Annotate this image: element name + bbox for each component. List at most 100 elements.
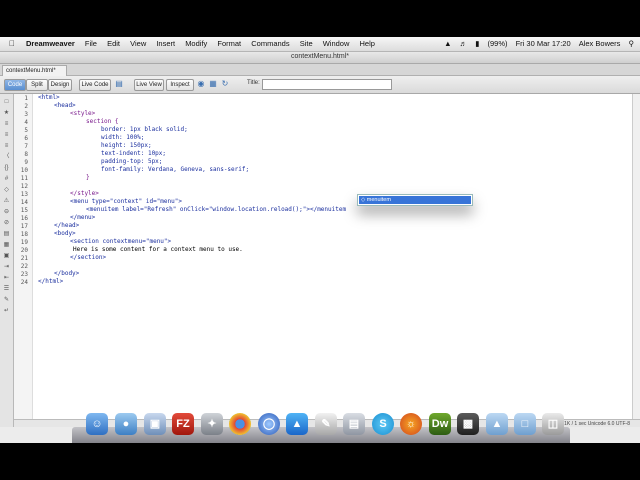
code-line: <html>	[38, 94, 60, 101]
code-line: height: 150px;	[101, 142, 152, 149]
hint-icon[interactable]: ✎	[2, 296, 11, 304]
remove-comment-icon[interactable]: ⊘	[2, 219, 11, 227]
wifi-icon[interactable]: ▲	[444, 39, 451, 48]
show-code-navigator-icon[interactable]: ★	[2, 109, 11, 117]
menu-modify[interactable]: Modify	[185, 39, 207, 48]
window-title: contextMenu.html*	[291, 53, 349, 60]
code-line: <style>	[70, 110, 96, 117]
visual-aids-icon[interactable]: ▦	[208, 79, 218, 89]
dreamweaver-icon[interactable]: Dw	[429, 413, 451, 435]
indent-code-icon[interactable]: ⇥	[2, 263, 11, 271]
collapse-selection-icon[interactable]: ≡	[2, 131, 11, 139]
title-input[interactable]	[262, 79, 392, 90]
line-numbers-icon[interactable]: #	[2, 175, 11, 183]
line-number: 4	[24, 119, 28, 126]
launchpad-icon[interactable]: ✦	[201, 413, 223, 435]
recent-snippets-icon[interactable]: ▦	[2, 241, 11, 249]
menu-app-name[interactable]: Dreamweaver	[26, 39, 75, 48]
menu-site[interactable]: Site	[300, 39, 313, 48]
apply-comment-icon[interactable]: ⊖	[2, 208, 11, 216]
live-code-button[interactable]: Live Code	[79, 79, 111, 91]
wrap-icon[interactable]: ↵	[2, 307, 11, 315]
design-view-button[interactable]: Design	[48, 79, 72, 91]
highlight-invalid-code-icon[interactable]: ◇	[2, 186, 11, 194]
coding-toolbar: □ ★ ≡ ≡ ≡ 〈 {} # ◇ ⚠ ⊖ ⊘ ▤ ▦ ▣ ⇥ ⇤ ☰ ✎ ↵	[0, 94, 14, 432]
expand-all-icon[interactable]: ≡	[2, 142, 11, 150]
chrome-icon[interactable]	[229, 413, 251, 435]
menu-file[interactable]: File	[85, 39, 97, 48]
line-number-gutter: 1 2 3 4 5 6 7 8 9 10 11 12 13 14 15 16 1…	[14, 94, 33, 419]
title-label: Title:	[247, 80, 260, 86]
trash-icon[interactable]: ◫	[542, 413, 564, 435]
line-number: 24	[20, 279, 28, 286]
menu-window[interactable]: Window	[323, 39, 350, 48]
balance-braces-icon[interactable]: {}	[2, 164, 11, 172]
code-line: <head>	[54, 102, 76, 109]
file-compare-icon[interactable]: ▤	[114, 79, 124, 89]
line-number: 3	[24, 111, 28, 118]
format-source-icon[interactable]: ☰	[2, 285, 11, 293]
dock: ☺ ● ▣ FZ ✦ ◯ ▲ ✎ ▤ S ☼ Dw ▩ ▲ □ ◫	[72, 413, 570, 443]
line-number: 1	[24, 95, 28, 102]
filezilla-icon[interactable]: FZ	[172, 413, 194, 435]
network-icon[interactable]: ◯	[258, 413, 280, 435]
menu-edit[interactable]: Edit	[107, 39, 120, 48]
code-line: </menu>	[70, 214, 96, 221]
menu-commands[interactable]: Commands	[251, 39, 289, 48]
user-name[interactable]: Alex Bowers	[579, 39, 621, 48]
syntax-error-icon[interactable]: ⚠	[2, 197, 11, 205]
wrap-tag-icon[interactable]: ▤	[2, 230, 11, 238]
menu-format[interactable]: Format	[217, 39, 241, 48]
code-editor[interactable]: 1 2 3 4 5 6 7 8 9 10 11 12 13 14 15 16 1…	[14, 94, 632, 419]
dreamweaver-label: Dw	[431, 418, 449, 430]
refresh-icon[interactable]: ↻	[220, 79, 230, 89]
code-hint-item-menuitem[interactable]: ◇ menuitem	[359, 196, 471, 204]
code-line: <menuitem label="Refresh" onClick="windo…	[86, 206, 347, 213]
code-line: <section contextmenu="menu">	[70, 238, 172, 245]
volume-icon[interactable]: ♬	[460, 39, 468, 48]
vertical-scrollbar[interactable]	[632, 94, 640, 419]
code-line: padding-top: 5px;	[101, 158, 163, 165]
live-view-button[interactable]: Live View	[134, 79, 164, 91]
outdent-code-icon[interactable]: ⇤	[2, 274, 11, 282]
document-tab-bar: contextMenu.html*	[0, 64, 640, 76]
inspect-button[interactable]: Inspect	[166, 79, 194, 91]
documents-folder-icon[interactable]: □	[514, 413, 536, 435]
spotlight-icon[interactable]: ⚲	[629, 39, 635, 48]
line-number: 21	[20, 255, 28, 262]
code-view-button[interactable]: Code	[4, 79, 26, 91]
menu-insert[interactable]: Insert	[156, 39, 175, 48]
menu-help[interactable]: Help	[360, 39, 375, 48]
browser-preview-icon[interactable]: ◉	[196, 79, 206, 89]
line-number: 15	[20, 207, 28, 214]
app-store-icon[interactable]: ▲	[286, 413, 308, 435]
text-edit-icon[interactable]: ✎	[315, 413, 337, 435]
line-number: 20	[20, 247, 28, 254]
code-line: </head>	[54, 222, 80, 229]
select-parent-tag-icon[interactable]: 〈	[2, 153, 11, 161]
document-icon[interactable]: ▤	[343, 413, 365, 435]
skype-icon[interactable]: S	[372, 413, 394, 435]
firefox-icon[interactable]: ☼	[400, 413, 422, 435]
move-css-icon[interactable]: ▣	[2, 252, 11, 260]
split-view-button[interactable]: Split	[26, 79, 48, 91]
code-hint-popup: ◇ menuitem	[357, 194, 473, 206]
tab-contextmenu-html[interactable]: contextMenu.html*	[2, 65, 67, 76]
code-line: font-family: Verdana, Geneva, sans-serif…	[101, 166, 250, 173]
clock[interactable]: Fri 30 Mar 17:20	[516, 39, 571, 48]
facetime-icon[interactable]: ●	[115, 413, 137, 435]
open-documents-icon[interactable]: □	[2, 98, 11, 106]
line-number: 12	[20, 183, 28, 190]
battery-icon[interactable]: ▮	[475, 39, 479, 48]
preview-icon[interactable]: ▣	[144, 413, 166, 435]
menu-view[interactable]: View	[130, 39, 146, 48]
line-number: 10	[20, 167, 28, 174]
collapse-full-tag-icon[interactable]: ≡	[2, 120, 11, 128]
finder-icon[interactable]: ☺	[86, 413, 108, 435]
line-number: 14	[20, 199, 28, 206]
line-number: 2	[24, 103, 28, 110]
apple-icon[interactable]: 	[9, 39, 15, 48]
applications-folder-icon[interactable]: ▲	[486, 413, 508, 435]
dock-area: ☺ ● ▣ FZ ✦ ◯ ▲ ✎ ▤ S ☼ Dw ▩ ▲ □ ◫	[0, 413, 640, 443]
imovie-icon[interactable]: ▩	[457, 413, 479, 435]
